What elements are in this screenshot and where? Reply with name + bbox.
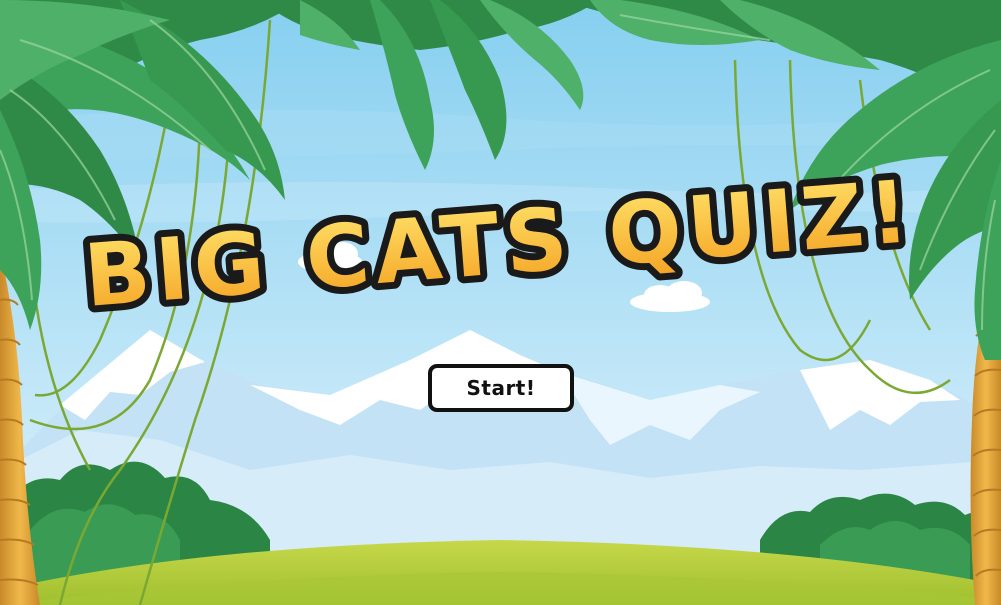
- jungle-background: [0, 0, 1001, 605]
- background-art: [0, 0, 1001, 605]
- start-button[interactable]: Start!: [428, 364, 574, 412]
